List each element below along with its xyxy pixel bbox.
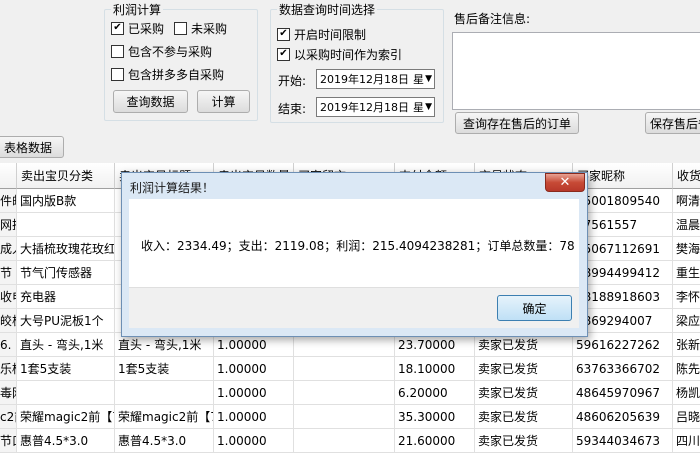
receiver-cell[interactable]: 李怀 [673,285,700,309]
include-no-purchase-checkbox[interactable]: 包含不参与采购 [111,43,212,59]
query-data-button[interactable]: 查询数据 [113,90,188,113]
row-gutter-cell[interactable]: 件邮 [0,189,17,213]
row-gutter-cell[interactable]: 皎板 [0,309,17,333]
quantity-cell[interactable]: 1.00000 [214,429,294,453]
quantity-cell[interactable]: 1.00000 [214,381,294,405]
title-cell[interactable]: 荣耀magic2前【7 [115,405,214,429]
purchased-checkbox[interactable]: ✔ 已采购 [111,20,164,36]
row-gutter-cell[interactable]: 节 [0,261,17,285]
receiver-cell[interactable]: 吕晓 [673,405,700,429]
receiver-cell[interactable]: 梁应 [673,309,700,333]
receiver-cell[interactable]: 四川 [673,429,700,453]
end-label: 结束: [278,102,307,116]
receiver-cell[interactable]: 重生 [673,261,700,285]
dialog-footer: 确定 [129,287,579,328]
status-cell[interactable]: 卖家已发货 [475,429,573,453]
column-header-buyer-nick[interactable]: 买家昵称 [573,163,673,189]
category-cell[interactable]: 充电器 [17,285,115,309]
include-pdd-checkbox[interactable]: 包含拼多多自采购 [111,66,224,82]
buyer-nick-cell[interactable]: 15067112691 [573,237,673,261]
status-cell[interactable]: 卖家已发货 [475,357,573,381]
buyer-nick-cell[interactable]: 18188918603 [573,285,673,309]
category-cell[interactable]: 荣耀magic2前【7 [17,405,115,429]
query-aftersale-orders-button[interactable]: 查询存在售后的订单 [455,112,579,134]
dialog-body: 收入：2334.49；支出：2119.08；利润：215.4094238281；… [129,199,579,328]
status-cell[interactable]: 卖家已发货 [475,381,573,405]
column-header-receiver[interactable]: 收货 [673,163,700,189]
buyer-nick-cell[interactable]: 48645970967 [573,381,673,405]
receiver-cell[interactable]: 温晨 [673,213,700,237]
check-icon: ✔ [277,47,290,61]
row-gutter-cell[interactable]: 成人 [0,237,17,261]
calculate-button[interactable]: 计算 [197,90,250,113]
payment-cell[interactable]: 18.10000 [395,357,475,381]
category-cell[interactable] [17,213,115,237]
quantity-cell[interactable]: 1.00000 [214,405,294,429]
buyer-nick-cell[interactable]: 18994499412 [573,261,673,285]
dialog-message: 收入：2334.49；支出：2119.08；利润：215.4094238281；… [141,239,575,253]
row-gutter-cell[interactable]: 网挂 [0,213,17,237]
buyer-nick-cell[interactable]: 59344034673 [573,429,673,453]
row-gutter-cell[interactable]: 6. [0,333,17,357]
row-gutter-cell[interactable]: 收电 [0,285,17,309]
chevron-down-icon: ▼ [425,74,432,84]
buyer-nick-cell[interactable]: 63763366702 [573,357,673,381]
profit-calc-title: 利润计算 [111,1,164,18]
status-cell[interactable]: 卖家已发货 [475,405,573,429]
receiver-cell[interactable]: 杨凯 [673,381,700,405]
category-cell[interactable]: 大号PU泥板1个 [17,309,115,333]
not-purchased-checkbox[interactable]: 未采购 [174,20,227,36]
message-cell[interactable] [294,405,395,429]
start-label: 开始: [278,74,307,88]
profit-result-dialog: 利润计算结果！ ✕ 收入：2334.49；支出：2119.08；利润：215.4… [121,172,588,337]
end-date-picker[interactable]: 2019年12月18日星 ▼ [316,97,435,117]
close-icon[interactable]: ✕ [545,173,585,192]
receiver-cell[interactable]: 樊海 [673,237,700,261]
column-header-row-gutter [0,163,17,189]
enable-time-limit-checkbox[interactable]: ✔ 开启时间限制 [277,26,366,42]
row-gutter-cell[interactable]: c2前 [0,405,17,429]
buyer-nick-cell[interactable]: 59616227262 [573,333,673,357]
payment-cell[interactable]: 6.20000 [395,381,475,405]
receiver-cell[interactable]: 陈先 [673,357,700,381]
category-cell[interactable]: 惠普4.5*3.0 [17,429,115,453]
receiver-cell[interactable]: 啊清 [673,189,700,213]
aftersale-label: 售后备注信息: [454,12,531,26]
title-cell[interactable] [115,381,214,405]
message-cell[interactable] [294,357,395,381]
check-icon: ✔ [277,27,290,41]
category-cell[interactable]: 1套5支装 [17,357,115,381]
category-cell[interactable]: 直头 - 弯头,1米 [17,333,115,357]
row-gutter-cell[interactable]: 节口 [0,429,17,453]
category-cell[interactable]: 国内版B款 [17,189,115,213]
category-cell[interactable] [17,381,115,405]
payment-cell[interactable]: 21.60000 [395,429,475,453]
row-gutter-cell[interactable]: 乐柜 [0,357,17,381]
ok-button[interactable]: 确定 [497,295,572,321]
message-cell[interactable] [294,381,395,405]
buyer-nick-cell[interactable]: 15001809540 [573,189,673,213]
receiver-cell[interactable]: 张新 [673,333,700,357]
aftersale-notes-textarea[interactable] [452,32,700,110]
save-aftersale-button[interactable]: 保存售后备 [645,112,700,134]
chevron-down-icon: ▼ [425,102,432,112]
buyer-nick-cell[interactable]: 17561557 [573,213,673,237]
start-date-picker[interactable]: 2019年12月18日星 ▼ [316,69,435,89]
time-select-title: 数据查询时间选择 [277,1,378,18]
category-cell[interactable]: 节气门传感器 [17,261,115,285]
title-cell[interactable]: 1套5支装 [115,357,214,381]
index-by-purchase-time-checkbox[interactable]: ✔ 以采购时间作为索引 [277,46,402,62]
table-data-button[interactable]: 表格数据 [0,136,64,158]
column-header-category[interactable]: 卖出宝贝分类 [17,163,115,189]
buyer-nick-cell[interactable]: 1869294007 [573,309,673,333]
dialog-title: 利润计算结果！ [130,181,215,195]
row-gutter-cell[interactable]: 毒网 [0,381,17,405]
quantity-cell[interactable]: 1.00000 [214,357,294,381]
title-cell[interactable]: 惠普4.5*3.0 [115,429,214,453]
category-cell[interactable]: 大插梳玫瑰花玫红 [17,237,115,261]
check-icon: ✔ [111,21,124,35]
buyer-nick-cell[interactable]: 48606205639 [573,405,673,429]
message-cell[interactable] [294,429,395,453]
payment-cell[interactable]: 35.30000 [395,405,475,429]
